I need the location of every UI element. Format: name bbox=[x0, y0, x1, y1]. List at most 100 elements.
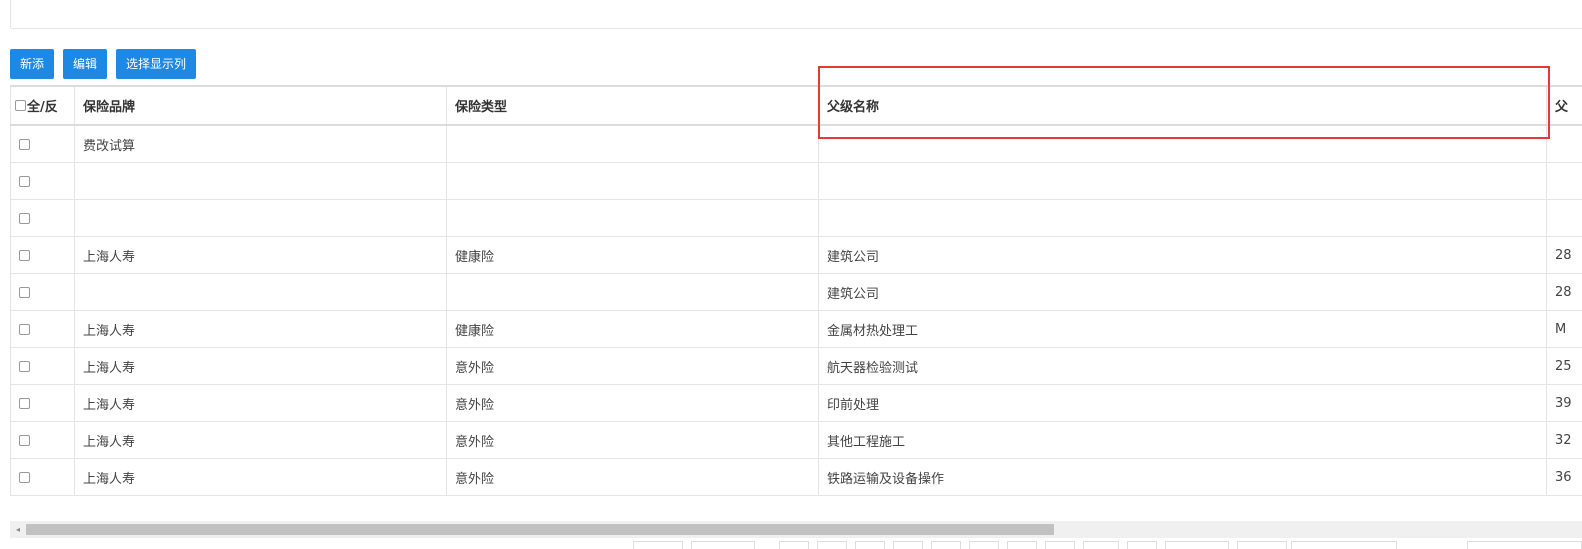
pager-control[interactable] bbox=[1237, 541, 1287, 549]
cell-brand: 上海人寿 bbox=[74, 384, 447, 422]
table-row[interactable]: 上海人寿 意外险 铁路运输及设备操作 36 bbox=[10, 458, 1582, 496]
cell-type: 健康险 bbox=[446, 236, 819, 274]
select-all-header: 全/反 bbox=[10, 85, 75, 126]
scrollbar-thumb[interactable] bbox=[26, 524, 1054, 535]
page: 新添 编辑 选择显示列 全/反 保险品牌 保险类型 父级名称 父 费改试算 上海… bbox=[0, 0, 1582, 549]
cell-type: 意外险 bbox=[446, 347, 819, 385]
horizontal-scrollbar[interactable]: ◂ bbox=[10, 521, 1582, 538]
add-button[interactable]: 新添 bbox=[10, 49, 55, 79]
table-row[interactable]: 上海人寿 健康险 建筑公司 28 bbox=[10, 236, 1582, 274]
pager-page[interactable] bbox=[1127, 541, 1157, 549]
row-checkbox-cell bbox=[10, 458, 75, 496]
select-all-checkbox[interactable] bbox=[15, 100, 26, 111]
table-row[interactable]: 建筑公司 28 bbox=[10, 273, 1582, 311]
row-checkbox[interactable] bbox=[19, 360, 30, 372]
row-checkbox[interactable] bbox=[19, 434, 30, 446]
row-checkbox[interactable] bbox=[19, 471, 30, 483]
data-table: 全/反 保险品牌 保险类型 父级名称 父 费改试算 上海人寿 健康险 建筑公司 28 建筑… bbox=[10, 85, 1582, 496]
cell-brand: 上海人寿 bbox=[74, 236, 447, 274]
row-checkbox[interactable] bbox=[19, 323, 30, 335]
cell-parent-extra: 28 bbox=[1546, 273, 1582, 311]
row-checkbox-cell bbox=[10, 421, 75, 459]
pager-page[interactable] bbox=[817, 541, 847, 549]
cell-type bbox=[446, 162, 819, 200]
table-row[interactable] bbox=[10, 162, 1582, 200]
cell-parent-name bbox=[818, 162, 1547, 200]
row-checkbox-cell bbox=[10, 310, 75, 348]
pager-control[interactable] bbox=[1165, 541, 1229, 549]
cell-brand: 上海人寿 bbox=[74, 421, 447, 459]
column-header-type[interactable]: 保险类型 bbox=[446, 85, 819, 126]
pager-page[interactable] bbox=[969, 541, 999, 549]
column-header-parent-extra[interactable]: 父 bbox=[1546, 85, 1582, 126]
column-header-parent-name[interactable]: 父级名称 bbox=[818, 85, 1547, 126]
row-checkbox-cell bbox=[10, 199, 75, 237]
cell-brand bbox=[74, 162, 447, 200]
pager-page[interactable] bbox=[1007, 541, 1037, 549]
row-checkbox-cell bbox=[10, 273, 75, 311]
pager-page[interactable] bbox=[1045, 541, 1075, 549]
table-row[interactable]: 上海人寿 意外险 印前处理 39 bbox=[10, 384, 1582, 422]
cell-type: 意外险 bbox=[446, 458, 819, 496]
row-checkbox[interactable] bbox=[19, 397, 30, 409]
row-checkbox-cell bbox=[10, 162, 75, 200]
pager-page[interactable] bbox=[1083, 541, 1119, 549]
cell-parent-name: 航天器检验测试 bbox=[818, 347, 1547, 385]
cell-parent-name: 印前处理 bbox=[818, 384, 1547, 422]
table-row[interactable]: 费改试算 bbox=[10, 124, 1582, 163]
table-row[interactable]: 上海人寿 意外险 其他工程施工 32 bbox=[10, 421, 1582, 459]
cell-type bbox=[446, 124, 819, 163]
select-columns-button[interactable]: 选择显示列 bbox=[116, 49, 197, 79]
cell-brand: 上海人寿 bbox=[74, 347, 447, 385]
cell-parent-name: 建筑公司 bbox=[818, 236, 1547, 274]
search-panel bbox=[10, 0, 1582, 29]
cell-parent-name bbox=[818, 124, 1547, 163]
table-row[interactable] bbox=[10, 199, 1582, 237]
row-checkbox[interactable] bbox=[19, 286, 30, 298]
cell-parent-extra: M bbox=[1546, 310, 1582, 348]
cell-parent-extra: 39 bbox=[1546, 384, 1582, 422]
scroll-left-icon[interactable]: ◂ bbox=[10, 521, 26, 538]
cell-type: 意外险 bbox=[446, 421, 819, 459]
pager-page[interactable] bbox=[855, 541, 885, 549]
cell-brand: 上海人寿 bbox=[74, 458, 447, 496]
row-checkbox-cell bbox=[10, 236, 75, 274]
cell-parent-extra: 25 bbox=[1546, 347, 1582, 385]
row-checkbox[interactable] bbox=[19, 175, 30, 187]
cell-type bbox=[446, 199, 819, 237]
cell-parent-extra bbox=[1546, 124, 1582, 163]
pager-page[interactable] bbox=[893, 541, 923, 549]
cell-parent-name: 金属材热处理工 bbox=[818, 310, 1547, 348]
cell-parent-name: 铁路运输及设备操作 bbox=[818, 458, 1547, 496]
toolbar: 新添 编辑 选择显示列 bbox=[10, 49, 197, 79]
cell-type bbox=[446, 273, 819, 311]
row-checkbox[interactable] bbox=[19, 212, 30, 224]
cell-parent-name: 其他工程施工 bbox=[818, 421, 1547, 459]
cell-parent-extra: 32 bbox=[1546, 421, 1582, 459]
pager-jump-input[interactable] bbox=[1467, 541, 1582, 549]
select-all-label: 全/反 bbox=[27, 100, 58, 115]
pager-control[interactable] bbox=[691, 541, 755, 549]
edit-button[interactable]: 编辑 bbox=[63, 49, 108, 79]
cell-brand bbox=[74, 199, 447, 237]
table-row[interactable]: 上海人寿 健康险 金属材热处理工 M bbox=[10, 310, 1582, 348]
cell-brand: 上海人寿 bbox=[74, 310, 447, 348]
pager-page[interactable] bbox=[779, 541, 809, 549]
table-row[interactable]: 上海人寿 意外险 航天器检验测试 25 bbox=[10, 347, 1582, 385]
pager-page[interactable] bbox=[931, 541, 961, 549]
row-checkbox[interactable] bbox=[19, 249, 30, 261]
pager-size-select[interactable] bbox=[1291, 541, 1397, 549]
pager-control[interactable] bbox=[633, 541, 683, 549]
data-table-container: 全/反 保险品牌 保险类型 父级名称 父 费改试算 上海人寿 健康险 建筑公司 28 建筑… bbox=[10, 85, 1582, 503]
cell-parent-extra bbox=[1546, 162, 1582, 200]
row-checkbox[interactable] bbox=[19, 138, 30, 150]
cell-brand: 费改试算 bbox=[74, 124, 447, 163]
cell-parent-extra bbox=[1546, 199, 1582, 237]
column-header-brand[interactable]: 保险品牌 bbox=[74, 85, 447, 126]
cell-type: 健康险 bbox=[446, 310, 819, 348]
table-body: 费改试算 上海人寿 健康险 建筑公司 28 建筑公司 28 上海人寿 健康险 金属材热处理工 M 上海… bbox=[10, 124, 1582, 496]
row-checkbox-cell bbox=[10, 347, 75, 385]
table-header-row: 全/反 保险品牌 保险类型 父级名称 父 bbox=[10, 85, 1582, 126]
row-checkbox-cell bbox=[10, 124, 75, 163]
cell-brand bbox=[74, 273, 447, 311]
